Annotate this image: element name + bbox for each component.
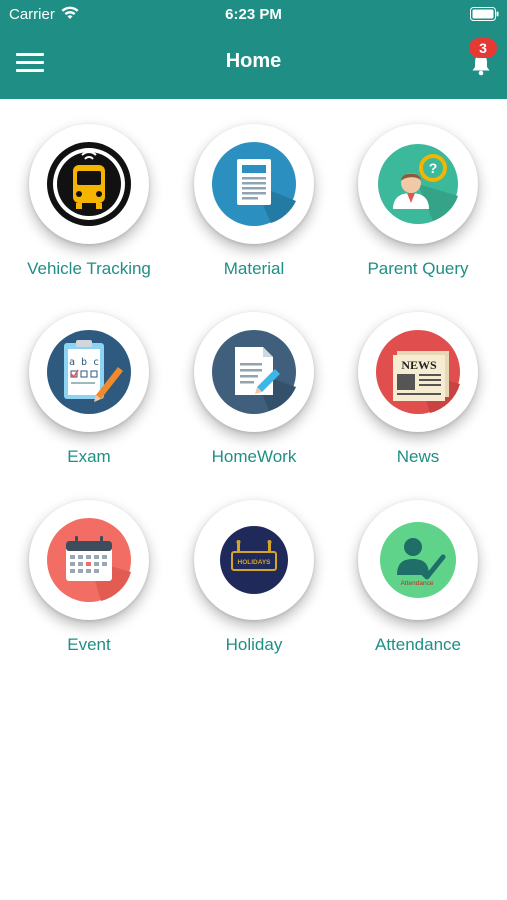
tile-attendance[interactable]: Attendance Attendance [336, 475, 500, 654]
tile-material[interactable]: Material [172, 99, 336, 278]
tile-holiday[interactable]: HOLIDAYS Holiday [172, 475, 336, 654]
exam-clipboard-icon: a b c [47, 330, 131, 414]
tile-label: Exam [67, 447, 111, 466]
tile-circle [29, 124, 149, 244]
holiday-sign-icon: HOLIDAYS [220, 526, 288, 594]
tile-label: Material [223, 259, 285, 278]
tile-circle: HOLIDAYS [194, 500, 314, 620]
notifications-button[interactable]: 3 [464, 36, 504, 86]
tile-label: Holiday [225, 635, 283, 654]
tile-homework[interactable]: HomeWork [172, 287, 336, 466]
tile-label: Parent Query [367, 259, 469, 278]
tile-circle [194, 124, 314, 244]
svg-text:a b c: a b c [69, 357, 99, 368]
calendar-icon [47, 518, 131, 602]
tile-event[interactable]: Event [7, 475, 171, 654]
tile-exam[interactable]: a b c Exam [7, 287, 171, 466]
page-title: Home [225, 50, 282, 72]
parent-query-icon: ? [378, 144, 458, 224]
tile-label: Attendance [374, 635, 461, 654]
svg-text:Attendance: Attendance [401, 580, 434, 587]
status-time: 6:23 PM [225, 6, 282, 23]
svg-text:HOLIDAYS: HOLIDAYS [238, 559, 272, 566]
tile-news[interactable]: NEWS News [336, 287, 500, 466]
battery-icon [470, 7, 499, 21]
tile-circle: ? [358, 124, 478, 244]
svg-text:?: ? [429, 160, 438, 176]
notification-badge: 3 [469, 38, 497, 58]
navigation-bar: Home 3 [0, 28, 507, 99]
homework-icon [212, 330, 296, 414]
attendance-icon: Attendance [380, 522, 456, 598]
tile-parent-query[interactable]: ? Parent Query [336, 99, 500, 278]
tile-label: News [396, 447, 440, 466]
tile-label: HomeWork [211, 447, 297, 466]
tile-circle: NEWS [358, 312, 478, 432]
newspaper-icon: NEWS [376, 330, 460, 414]
svg-text:NEWS: NEWS [401, 358, 437, 372]
tile-circle: Attendance [358, 500, 478, 620]
app-header: Carrier 6:23 PM Home 3 [0, 0, 507, 99]
tile-label: Event [67, 635, 111, 654]
tile-label: Vehicle Tracking [27, 259, 151, 278]
bus-icon [47, 142, 131, 226]
document-icon [212, 142, 296, 226]
status-bar: Carrier 6:23 PM [0, 0, 507, 28]
tile-circle: a b c [29, 312, 149, 432]
tile-circle [29, 500, 149, 620]
tile-vehicle-tracking[interactable]: Vehicle Tracking [7, 99, 171, 278]
tile-circle [194, 312, 314, 432]
